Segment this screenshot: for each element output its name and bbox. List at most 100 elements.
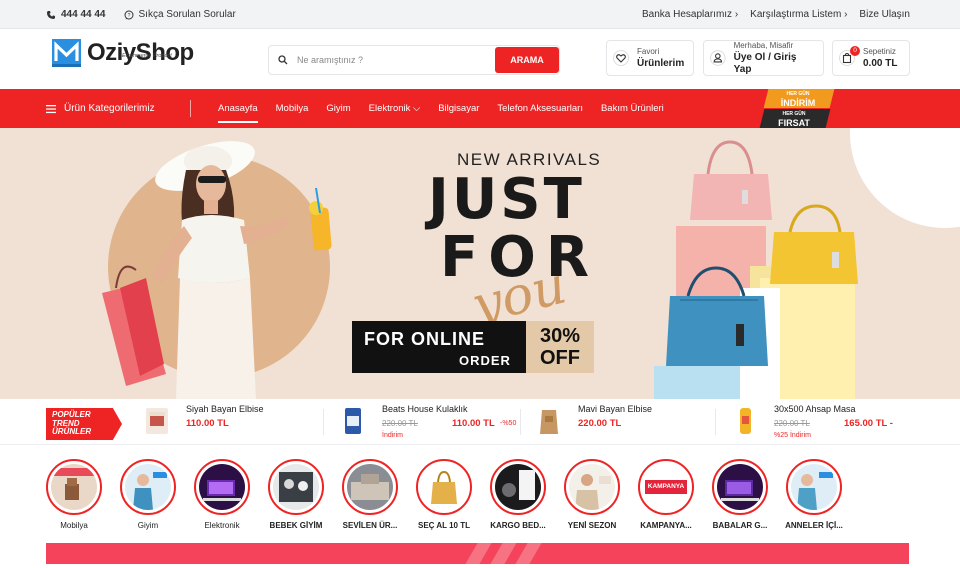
category-label: BABALAR G... [712, 521, 768, 530]
cart-count-badge: 0 [850, 46, 860, 56]
product-name: Mavi Bayan Elbise [578, 404, 653, 414]
hero-discount-off: OFF [540, 347, 580, 369]
favorites-label: Ürünlerim [637, 58, 685, 69]
category-thumb [717, 464, 763, 510]
category-label: ANNELER İÇİ... [785, 521, 843, 530]
category-campaign[interactable]: KAMPANYA KAMPANYA... [629, 459, 703, 530]
chat-help-icon: ? [124, 10, 133, 19]
phone-contact[interactable]: 444 44 44 [46, 9, 106, 20]
item-divider [520, 409, 521, 435]
faq-label: Sıkça Sorulan Sorular [138, 9, 236, 20]
contact-link[interactable]: Bize Ulaşın [859, 9, 910, 20]
phone-icon [47, 10, 55, 19]
hero-just: JUST [428, 167, 585, 232]
category-label: KARGO BED... [490, 521, 546, 530]
compare-list-link[interactable]: Karşılaştırma Listem › [750, 9, 847, 20]
hero-for-online: FOR ONLINE [364, 329, 485, 349]
category-thumb [51, 464, 97, 510]
nav-link-furniture[interactable]: Mobilya [276, 103, 309, 114]
trending-item[interactable]: Beats House Kulaklık 220.00 TL 110.00 TL… [342, 402, 522, 442]
category-clothing[interactable]: Giyim [111, 459, 185, 530]
trending-products-strip: POPÜLER TREND ÜRÜNLER Siyah Bayan Elbise… [0, 399, 960, 445]
category-thumb [199, 464, 245, 510]
category-free-shipping[interactable]: KARGO BED... [481, 459, 555, 530]
cart-button[interactable]: 0 Sepetiniz 0.00 TL [832, 40, 910, 76]
category-fathers-day[interactable]: BABALAR G... [703, 459, 777, 530]
category-mothers[interactable]: ANNELER İÇİ... [777, 459, 851, 530]
product-price: 165.00 TL - [844, 418, 893, 429]
product-price: 110.00 TL [452, 418, 495, 429]
logo-tagline: Ecommerce Product [122, 53, 172, 59]
search-bar: ARAMA [268, 45, 560, 75]
category-electronics[interactable]: Elektronik [185, 459, 259, 530]
hero-order: ORDER [459, 353, 511, 368]
product-thumb-dress-black [146, 408, 168, 434]
promo-banner-strip[interactable] [46, 543, 909, 564]
faq-link[interactable]: ? Sıkça Sorulan Sorular [124, 9, 236, 20]
nav-link-computers[interactable]: Bilgisayar [438, 103, 479, 114]
product-discount-label: %25 İndirim [774, 432, 811, 439]
category-pick-10tl[interactable]: SEÇ AL 10 TL [407, 459, 481, 530]
category-thumb [347, 464, 393, 510]
category-label: BEBEK GİYİM [269, 521, 323, 530]
category-label: SEÇ AL 10 TL [417, 521, 470, 530]
category-baby-clothing[interactable]: BEBEK GİYİM [259, 459, 333, 530]
model-illustration [102, 141, 332, 399]
account-button[interactable]: Merhaba, Misafir Üye Ol / Giriş Yap [703, 40, 824, 76]
phone-number: 444 44 44 [61, 9, 106, 20]
favorites-button[interactable]: Favori Ürünlerim [606, 40, 694, 76]
trending-item[interactable]: Siyah Bayan Elbise 110.00 TL [146, 402, 316, 442]
handbags-illustration [654, 140, 858, 399]
product-thumb-dress-blue [540, 410, 558, 434]
nav-link-clothing[interactable]: Giyim [326, 103, 350, 114]
category-new-season[interactable]: YENİ SEZON [555, 459, 629, 530]
hamburger-icon [46, 104, 56, 113]
product-discount: -%50 [500, 420, 517, 427]
product-price: 110.00 TL [186, 418, 229, 429]
account-greeting: Merhaba, Misafir [733, 41, 794, 50]
logo-mark-icon [52, 39, 81, 67]
header: OziyShop Ecommerce Product ARAMA Favori … [0, 29, 960, 89]
trending-item[interactable]: Mavi Bayan Elbise 220.00 TL [538, 402, 708, 442]
product-name: Siyah Bayan Elbise [186, 404, 264, 414]
category-thumb [791, 464, 837, 510]
category-favorites[interactable]: SEVİLEN ÜR... [333, 459, 407, 530]
hero-discount-box: 30% OFF [526, 321, 594, 373]
nav-link-care-products[interactable]: Bakım Ürünleri [601, 103, 664, 114]
category-label: Elektronik [204, 521, 240, 530]
heart-icon [613, 50, 629, 66]
trending-badge-text: POPÜLER TREND ÜRÜNLER [52, 410, 92, 436]
trending-item[interactable]: 30x500 Ahsap Masa 220.00 TL 165.00 TL - … [734, 402, 909, 442]
category-thumb: KAMPANYA [643, 464, 689, 510]
category-label: SEVİLEN ÜR... [342, 521, 398, 530]
daily-deals-promo[interactable]: HER GÜN İNDİRİM HER GÜN FIRSAT [758, 89, 835, 128]
banner-stripe [448, 543, 498, 564]
product-discount-label: İndirim [382, 432, 404, 439]
nav-link-electronics[interactable]: Elektronik ⌵ [369, 103, 421, 114]
category-thumb [421, 464, 467, 510]
search-icon [269, 55, 297, 65]
item-divider [715, 409, 716, 435]
promo-discount-text: HER GÜN İNDİRİM [780, 91, 816, 108]
search-button[interactable]: ARAMA [495, 47, 559, 73]
bank-accounts-link[interactable]: Banka Hesaplarımız › [642, 9, 738, 20]
campaign-badge-text: KAMPANYA [647, 483, 685, 490]
product-thumb-headphones [345, 408, 361, 434]
nav-link-phone-accessories[interactable]: Telefon Aksesuarları [497, 103, 583, 114]
nav-link-home[interactable]: Anasayfa [218, 103, 258, 123]
category-label: KAMPANYA... [640, 521, 692, 530]
product-thumb-table [740, 408, 751, 434]
trending-badge: POPÜLER TREND ÜRÜNLER [46, 408, 122, 440]
hero-discount-percent: 30% [539, 325, 581, 347]
categories-menu-button[interactable]: Ürün Kategorilerimiz [46, 89, 155, 128]
category-thumb [495, 464, 541, 510]
category-label: YENİ SEZON [567, 521, 617, 530]
svg-text:?: ? [127, 12, 130, 18]
product-old-price: 220.00 TL [382, 419, 418, 428]
product-price: 220.00 TL [578, 418, 622, 429]
hero-banner[interactable]: NEW ARRIVALS JUST FOR you FOR ONLINE ORD… [0, 128, 960, 399]
category-label: Mobilya [60, 521, 88, 530]
category-furniture[interactable]: Mobilya [37, 459, 111, 530]
cart-small-label: Sepetiniz [863, 47, 896, 56]
favorites-small-label: Favori [637, 47, 660, 56]
